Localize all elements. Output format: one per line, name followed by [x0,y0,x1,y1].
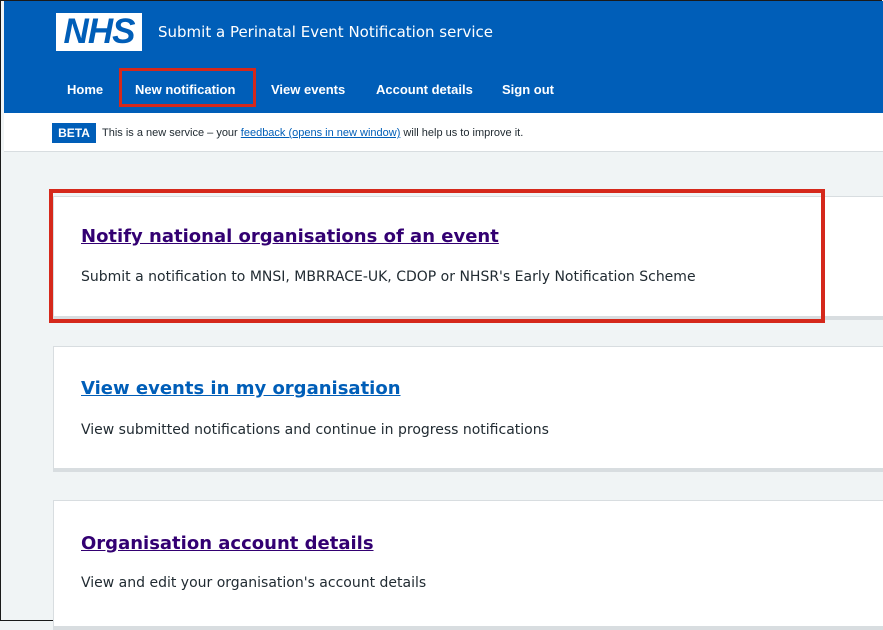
nhs-logo-text: NHS [63,12,136,51]
nhs-logo[interactable]: NHS [56,13,142,51]
nav-home[interactable]: Home [67,81,103,99]
phase-text-after: will help us to improve it. [400,127,524,139]
page-frame: NHS Submit a Perinatal Event Notificatio… [0,0,883,630]
nav-account-details[interactable]: Account details [376,81,473,99]
feedback-link[interactable]: feedback (opens in new window) [241,127,401,139]
card-account-details[interactable]: Organisation account details View and ed… [53,500,883,630]
card-view-events[interactable]: View events in my organisation View subm… [53,346,883,472]
card-view-events-description: View submitted notifications and continu… [81,422,549,438]
card-account-title[interactable]: Organisation account details [81,532,374,556]
nav-sign-out[interactable]: Sign out [502,81,554,99]
nav-view-events[interactable]: View events [271,81,345,99]
highlight-box-nav [119,68,256,107]
highlight-box-card [49,189,825,323]
phase-text-before: This is a new service – your [102,127,241,139]
phase-banner: BETA This is a new service – your feedba… [4,113,883,152]
beta-tag: BETA [52,123,96,143]
card-account-description: View and edit your organisation's accoun… [81,575,427,591]
phase-banner-text: This is a new service – your feedback (o… [102,124,523,142]
service-name[interactable]: Submit a Perinatal Event Notification se… [158,21,493,43]
card-view-events-title[interactable]: View events in my organisation [81,377,401,401]
